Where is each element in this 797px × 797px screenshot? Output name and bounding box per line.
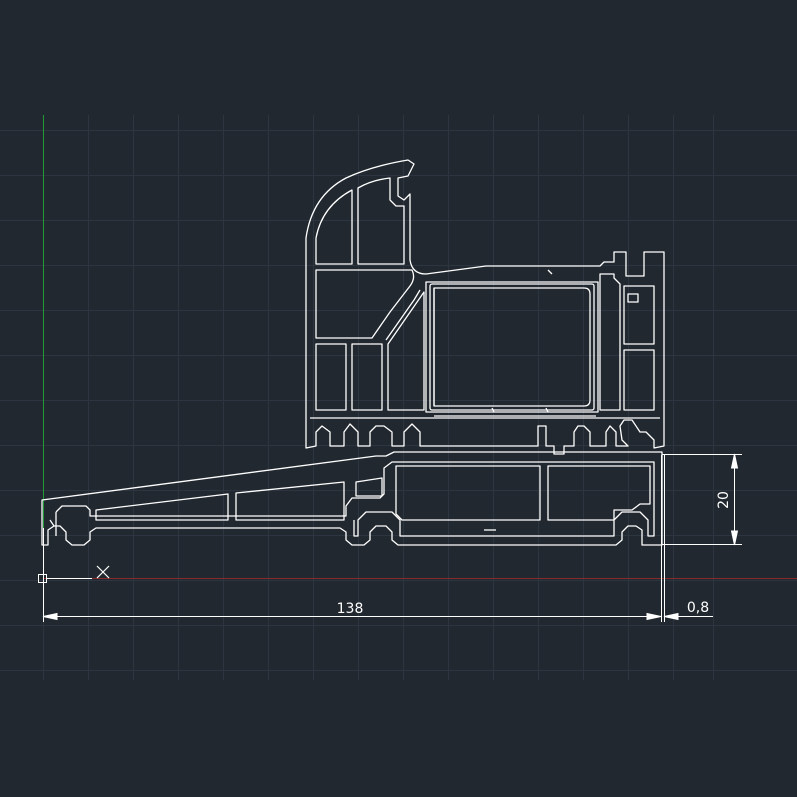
sill-profile[interactable] bbox=[41, 159, 665, 546]
grid bbox=[0, 115, 797, 680]
dimension-width[interactable] bbox=[42, 455, 665, 622]
crosshair-x-icon bbox=[96, 565, 110, 579]
cad-viewport[interactable]: 20 138 0,8 bbox=[0, 0, 797, 797]
dimension-width-label: 138 bbox=[337, 601, 364, 617]
drawing-svg[interactable]: 20 138 0,8 bbox=[0, 0, 797, 797]
dimension-gap-label: 0,8 bbox=[687, 600, 709, 616]
ucs-origin-icon bbox=[38, 574, 92, 583]
dimension-height-label: 20 bbox=[716, 491, 732, 509]
